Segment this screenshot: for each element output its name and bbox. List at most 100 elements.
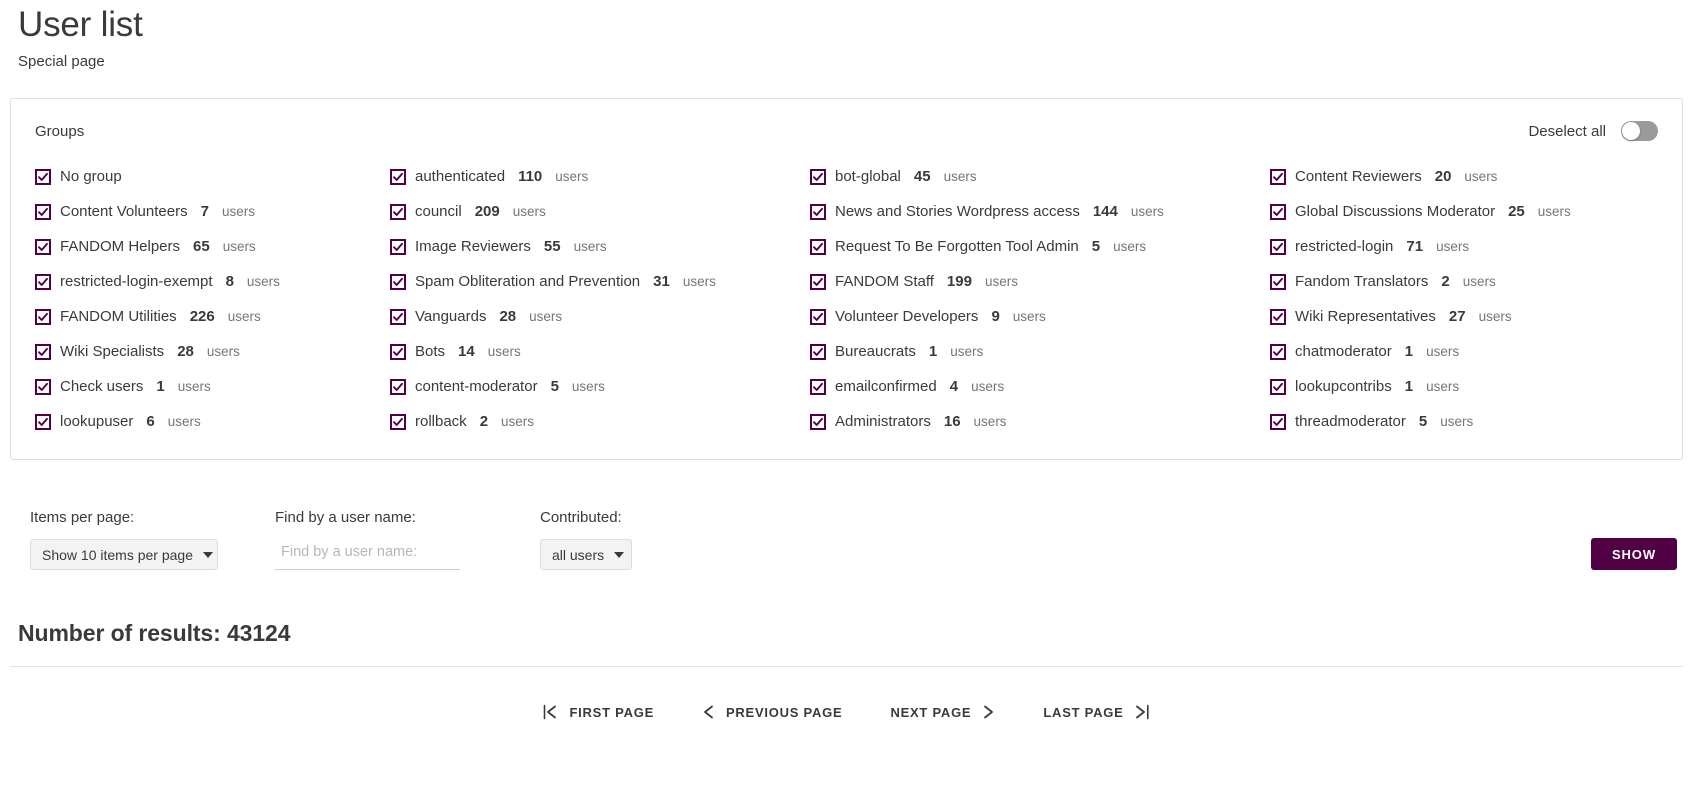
- group-checkbox-item[interactable]: content-moderator5users: [390, 375, 810, 398]
- next-page-button[interactable]: NEXT PAGE: [888, 700, 997, 724]
- group-name: restricted-login-exempt: [60, 274, 213, 289]
- group-checkbox-item[interactable]: lookupcontribs1users: [1270, 375, 1658, 398]
- group-name: threadmoderator: [1295, 414, 1406, 429]
- group-name: bot-global: [835, 169, 901, 184]
- previous-page-button[interactable]: PREVIOUS PAGE: [700, 700, 844, 724]
- contributed-field: Contributed: all users: [540, 510, 660, 570]
- group-checkbox-item[interactable]: bot-global45users: [810, 165, 1270, 188]
- group-users-suffix: users: [178, 380, 211, 394]
- checkbox-checked-icon[interactable]: [1270, 204, 1286, 220]
- checkbox-checked-icon[interactable]: [35, 414, 51, 430]
- group-checkbox-item[interactable]: Content Reviewers20users: [1270, 165, 1658, 188]
- checkbox-checked-icon[interactable]: [810, 379, 826, 395]
- checkbox-checked-icon[interactable]: [1270, 344, 1286, 360]
- group-checkbox-item[interactable]: Bots14users: [390, 340, 810, 363]
- group-checkbox-item[interactable]: FANDOM Helpers65users: [35, 235, 390, 258]
- group-name: Image Reviewers: [415, 239, 531, 254]
- checkbox-checked-icon[interactable]: [1270, 309, 1286, 325]
- checkbox-checked-icon[interactable]: [390, 274, 406, 290]
- checkbox-checked-icon[interactable]: [390, 309, 406, 325]
- group-checkbox-item[interactable]: Wiki Representatives27users: [1270, 305, 1658, 328]
- group-checkbox-item[interactable]: FANDOM Utilities226users: [35, 305, 390, 328]
- group-checkbox-item[interactable]: council209users: [390, 200, 810, 223]
- group-users-suffix: users: [1464, 170, 1497, 184]
- group-name: FANDOM Utilities: [60, 309, 177, 324]
- group-users-suffix: users: [1013, 310, 1046, 324]
- group-checkbox-item[interactable]: Check users1users: [35, 375, 390, 398]
- checkbox-checked-icon[interactable]: [1270, 239, 1286, 255]
- last-page-button[interactable]: LAST PAGE: [1041, 700, 1151, 724]
- group-user-count: 144: [1093, 204, 1118, 219]
- group-checkbox-item[interactable]: Volunteer Developers9users: [810, 305, 1270, 328]
- deselect-all-toggle[interactable]: [1621, 121, 1658, 141]
- checkbox-checked-icon[interactable]: [810, 344, 826, 360]
- group-checkbox-item[interactable]: Request To Be Forgotten Tool Admin5users: [810, 235, 1270, 258]
- group-users-suffix: users: [1436, 240, 1469, 254]
- group-checkbox-item[interactable]: Wiki Specialists28users: [35, 340, 390, 363]
- checkbox-checked-icon[interactable]: [810, 239, 826, 255]
- group-checkbox-item[interactable]: Spam Obliteration and Prevention31users: [390, 270, 810, 293]
- find-user-input[interactable]: [275, 539, 460, 570]
- group-users-suffix: users: [501, 415, 534, 429]
- items-per-page-select[interactable]: Show 10 items per page: [30, 539, 218, 570]
- group-checkbox-item[interactable]: News and Stories Wordpress access144user…: [810, 200, 1270, 223]
- checkbox-checked-icon[interactable]: [35, 309, 51, 325]
- group-checkbox-item[interactable]: lookupuser6users: [35, 410, 390, 433]
- group-checkbox-item[interactable]: Vanguards28users: [390, 305, 810, 328]
- group-checkbox-item[interactable]: chatmoderator1users: [1270, 340, 1658, 363]
- first-page-button[interactable]: FIRST PAGE: [541, 700, 656, 724]
- group-user-count: 7: [201, 204, 209, 219]
- checkbox-checked-icon[interactable]: [35, 379, 51, 395]
- checkbox-checked-icon[interactable]: [810, 274, 826, 290]
- group-checkbox-item[interactable]: restricted-login71users: [1270, 235, 1658, 258]
- deselect-all-control[interactable]: Deselect all: [1528, 121, 1658, 141]
- checkbox-checked-icon[interactable]: [35, 274, 51, 290]
- group-checkbox-item[interactable]: threadmoderator5users: [1270, 410, 1658, 433]
- checkbox-checked-icon[interactable]: [390, 204, 406, 220]
- group-checkbox-item[interactable]: Global Discussions Moderator25users: [1270, 200, 1658, 223]
- group-checkbox-item[interactable]: Image Reviewers55users: [390, 235, 810, 258]
- checkbox-checked-icon[interactable]: [810, 204, 826, 220]
- checkbox-checked-icon[interactable]: [390, 344, 406, 360]
- group-user-count: 25: [1508, 204, 1525, 219]
- show-button[interactable]: SHOW: [1591, 538, 1677, 570]
- group-user-count: 1: [1405, 379, 1413, 394]
- group-checkbox-item[interactable]: Bureaucrats1users: [810, 340, 1270, 363]
- group-name: FANDOM Staff: [835, 274, 934, 289]
- group-checkbox-item[interactable]: rollback2users: [390, 410, 810, 433]
- group-users-suffix: users: [574, 240, 607, 254]
- group-checkbox-item[interactable]: emailconfirmed4users: [810, 375, 1270, 398]
- checkbox-checked-icon[interactable]: [390, 414, 406, 430]
- checkbox-checked-icon[interactable]: [35, 344, 51, 360]
- group-user-count: 45: [914, 169, 931, 184]
- checkbox-checked-icon[interactable]: [810, 169, 826, 185]
- items-per-page-field: Items per page: Show 10 items per page: [30, 510, 245, 570]
- group-name: council: [415, 204, 462, 219]
- contributed-select[interactable]: all users: [540, 539, 632, 570]
- group-checkbox-item[interactable]: restricted-login-exempt8users: [35, 270, 390, 293]
- checkbox-checked-icon[interactable]: [1270, 379, 1286, 395]
- group-user-count: 28: [177, 344, 194, 359]
- checkbox-checked-icon[interactable]: [35, 169, 51, 185]
- group-checkbox-item[interactable]: No group: [35, 165, 390, 188]
- checkbox-checked-icon[interactable]: [390, 239, 406, 255]
- group-checkbox-item[interactable]: Administrators16users: [810, 410, 1270, 433]
- checkbox-checked-icon[interactable]: [390, 379, 406, 395]
- checkbox-checked-icon[interactable]: [35, 239, 51, 255]
- group-checkbox-item[interactable]: authenticated110users: [390, 165, 810, 188]
- group-name: Fandom Translators: [1295, 274, 1428, 289]
- checkbox-checked-icon[interactable]: [1270, 414, 1286, 430]
- checkbox-checked-icon[interactable]: [810, 414, 826, 430]
- group-checkbox-item[interactable]: Content Volunteers7users: [35, 200, 390, 223]
- checkbox-checked-icon[interactable]: [35, 204, 51, 220]
- group-users-suffix: users: [223, 240, 256, 254]
- group-checkbox-item[interactable]: Fandom Translators2users: [1270, 270, 1658, 293]
- checkbox-checked-icon[interactable]: [1270, 169, 1286, 185]
- group-checkbox-item[interactable]: FANDOM Staff199users: [810, 270, 1270, 293]
- group-name: lookupuser: [60, 414, 133, 429]
- group-users-suffix: users: [1426, 380, 1459, 394]
- checkbox-checked-icon[interactable]: [1270, 274, 1286, 290]
- group-user-count: 1: [1405, 344, 1413, 359]
- checkbox-checked-icon[interactable]: [390, 169, 406, 185]
- checkbox-checked-icon[interactable]: [810, 309, 826, 325]
